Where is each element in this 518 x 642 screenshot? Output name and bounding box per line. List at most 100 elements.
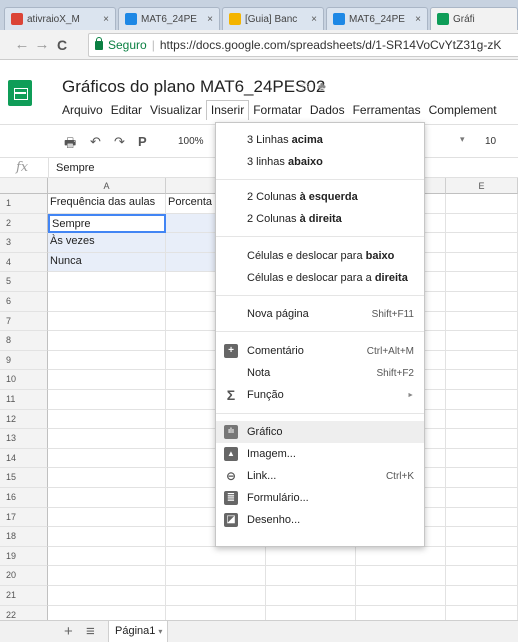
cell-a8[interactable] bbox=[48, 331, 166, 351]
row-header[interactable]: 10 bbox=[0, 370, 48, 390]
menu-item-drawing[interactable]: ◪ Desenho... bbox=[216, 509, 424, 531]
close-icon[interactable]: × bbox=[311, 14, 317, 25]
cell-a17[interactable] bbox=[48, 507, 166, 528]
row-header[interactable]: 11 bbox=[0, 390, 48, 410]
menu-inserir[interactable]: Inserir bbox=[205, 100, 250, 120]
cell-e3[interactable] bbox=[446, 233, 518, 253]
row-header[interactable]: 8 bbox=[0, 331, 48, 351]
select-all-corner[interactable] bbox=[0, 178, 48, 194]
row-header[interactable]: 18 bbox=[0, 527, 48, 547]
menu-editar[interactable]: Editar bbox=[107, 100, 146, 120]
menu-item-columns-right[interactable]: 2 Colunas à direita bbox=[216, 208, 424, 230]
menu-item-chart[interactable]: ılı Gráfico bbox=[216, 421, 424, 443]
menu-item-function[interactable]: Σ Função ► bbox=[216, 384, 424, 406]
add-sheet-icon[interactable]: + bbox=[64, 623, 73, 640]
menu-item-rows-below[interactable]: 3 linhas abaixo bbox=[216, 151, 424, 173]
menu-complementos[interactable]: Complement bbox=[425, 100, 501, 120]
menu-item-rows-above[interactable]: 3 Linhas acima bbox=[216, 129, 424, 151]
document-title[interactable]: Gráficos do plano MAT6_24PES02 bbox=[62, 77, 325, 97]
menu-item-cells-shift-down[interactable]: Células e deslocar para baixo bbox=[216, 245, 424, 267]
cell-a4[interactable]: Nunca bbox=[48, 252, 166, 273]
menu-item-note[interactable]: Nota Shift+F2 bbox=[216, 362, 424, 384]
all-sheets-icon[interactable]: ≡ bbox=[86, 623, 95, 640]
cell-a16[interactable] bbox=[48, 488, 166, 508]
cell-d21[interactable] bbox=[356, 586, 446, 606]
row-header[interactable]: 1 bbox=[0, 194, 48, 214]
forward-icon[interactable]: → bbox=[32, 36, 52, 53]
cell-a10[interactable] bbox=[48, 370, 166, 390]
cell-b20[interactable] bbox=[166, 566, 266, 586]
cell-e13[interactable] bbox=[446, 429, 518, 449]
cell-e1[interactable] bbox=[446, 194, 518, 214]
redo-icon[interactable]: ↷ bbox=[114, 134, 125, 150]
browser-tab-1[interactable]: ativraioX_M × bbox=[4, 7, 116, 30]
close-icon[interactable]: × bbox=[207, 14, 213, 25]
menu-formatar[interactable]: Formatar bbox=[249, 100, 306, 120]
cell-a19[interactable] bbox=[48, 546, 166, 567]
close-icon[interactable]: × bbox=[103, 14, 109, 25]
row-header[interactable]: 15 bbox=[0, 468, 48, 488]
menu-dados[interactable]: Dados bbox=[306, 100, 349, 120]
cell-a11[interactable] bbox=[48, 390, 166, 410]
menu-item-image[interactable]: ▲ Imagem... bbox=[216, 443, 424, 465]
cell-a18[interactable] bbox=[48, 527, 166, 547]
cell-c20[interactable] bbox=[266, 566, 356, 586]
cell-e8[interactable] bbox=[446, 331, 518, 351]
menu-visualizar[interactable]: Visualizar bbox=[146, 100, 206, 120]
cell-e20[interactable] bbox=[446, 566, 518, 586]
close-icon[interactable]: × bbox=[415, 14, 421, 25]
undo-icon[interactable]: ↶ bbox=[90, 134, 101, 150]
font-dropdown-caret[interactable]: ▾ bbox=[460, 134, 465, 145]
folder-icon[interactable]: ♣ bbox=[318, 79, 326, 93]
cell-e7[interactable] bbox=[446, 311, 518, 332]
row-header[interactable]: 7 bbox=[0, 311, 48, 332]
row-header[interactable]: 14 bbox=[0, 448, 48, 469]
cell-c19[interactable] bbox=[266, 546, 356, 567]
row-header[interactable]: 20 bbox=[0, 566, 48, 586]
row-header[interactable]: 9 bbox=[0, 350, 48, 371]
menu-item-form[interactable]: ≣ Formulário... bbox=[216, 487, 424, 509]
sheets-logo-icon[interactable] bbox=[8, 80, 32, 106]
cell-a14[interactable] bbox=[48, 448, 166, 469]
cell-e18[interactable] bbox=[446, 527, 518, 547]
cell-e12[interactable] bbox=[446, 409, 518, 430]
sheet-tab-active[interactable]: Página1 ▾ bbox=[108, 621, 168, 642]
sheet-tab-caret-icon[interactable]: ▾ bbox=[158, 627, 162, 636]
menu-arquivo[interactable]: Arquivo bbox=[58, 100, 107, 120]
cell-e21[interactable] bbox=[446, 586, 518, 606]
browser-tab-2[interactable]: MAT6_24PE × bbox=[118, 7, 220, 30]
cell-e19[interactable] bbox=[446, 546, 518, 567]
column-header-e[interactable]: E bbox=[446, 178, 518, 194]
cell-a21[interactable] bbox=[48, 586, 166, 606]
row-header[interactable]: 16 bbox=[0, 488, 48, 508]
cell-e11[interactable] bbox=[446, 390, 518, 410]
star-icon[interactable]: ☆ bbox=[299, 78, 312, 95]
cell-e6[interactable] bbox=[446, 292, 518, 312]
row-header[interactable]: 4 bbox=[0, 252, 48, 273]
row-header[interactable]: 19 bbox=[0, 546, 48, 567]
cell-e15[interactable] bbox=[446, 468, 518, 488]
print-icon[interactable]: 🖶 bbox=[64, 134, 76, 156]
cell-d20[interactable] bbox=[356, 566, 446, 586]
cell-a1[interactable]: Frequência das aulas bbox=[48, 194, 166, 214]
menu-ferramentas[interactable]: Ferramentas bbox=[349, 100, 425, 120]
menu-item-cells-shift-right[interactable]: Células e deslocar para a direita bbox=[216, 267, 424, 289]
cell-e9[interactable] bbox=[446, 350, 518, 371]
column-header-a[interactable]: A bbox=[48, 178, 166, 194]
row-header[interactable]: 13 bbox=[0, 429, 48, 449]
reload-icon[interactable]: C bbox=[52, 37, 72, 53]
cell-e10[interactable] bbox=[446, 370, 518, 390]
cell-a12[interactable] bbox=[48, 409, 166, 430]
cell-c21[interactable] bbox=[266, 586, 356, 606]
cell-b21[interactable] bbox=[166, 586, 266, 606]
row-header[interactable]: 2 bbox=[0, 213, 48, 234]
row-header[interactable]: 12 bbox=[0, 409, 48, 430]
cell-a2[interactable]: Sempre bbox=[48, 213, 166, 234]
font-size-select[interactable]: 10 bbox=[485, 136, 496, 147]
cell-d19[interactable] bbox=[356, 546, 446, 567]
cell-e17[interactable] bbox=[446, 507, 518, 528]
browser-tab-3[interactable]: [Guia] Banc × bbox=[222, 7, 324, 30]
cell-a7[interactable] bbox=[48, 311, 166, 332]
cell-e16[interactable] bbox=[446, 488, 518, 508]
cell-b19[interactable] bbox=[166, 546, 266, 567]
